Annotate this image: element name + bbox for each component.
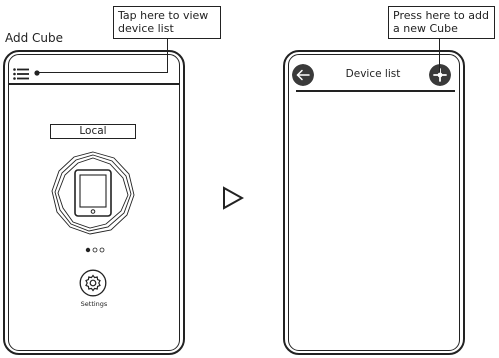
callout-leader-vertical (439, 39, 441, 75)
gear-icon[interactable] (79, 269, 107, 297)
hamburger-menu-icon[interactable] (13, 68, 29, 80)
page-dot (99, 247, 105, 253)
phone-screen-device-list (288, 54, 460, 351)
settings-label: Settings (80, 300, 108, 308)
page-title: Add Cube (5, 31, 64, 45)
page-dot (92, 247, 98, 253)
callout-anchor-dot (437, 72, 443, 78)
play-triangle-icon (223, 186, 244, 210)
callout-device-list: Tap here to view device list (113, 6, 221, 39)
callout-leader-horizontal (37, 72, 168, 74)
arrow-left-icon[interactable] (292, 64, 314, 86)
location-label[interactable]: Local (50, 124, 136, 139)
callout-add-cube: Press here to add a new Cube (388, 6, 495, 39)
callout-anchor-dot (34, 70, 40, 76)
cube-tablet-icon[interactable] (50, 150, 136, 236)
page-dot-active (85, 247, 91, 253)
header-divider (296, 90, 455, 92)
callout-leader-vertical (167, 39, 169, 73)
header-divider (9, 83, 179, 85)
screen-title: Device list (345, 68, 401, 80)
page-indicator (85, 247, 105, 253)
